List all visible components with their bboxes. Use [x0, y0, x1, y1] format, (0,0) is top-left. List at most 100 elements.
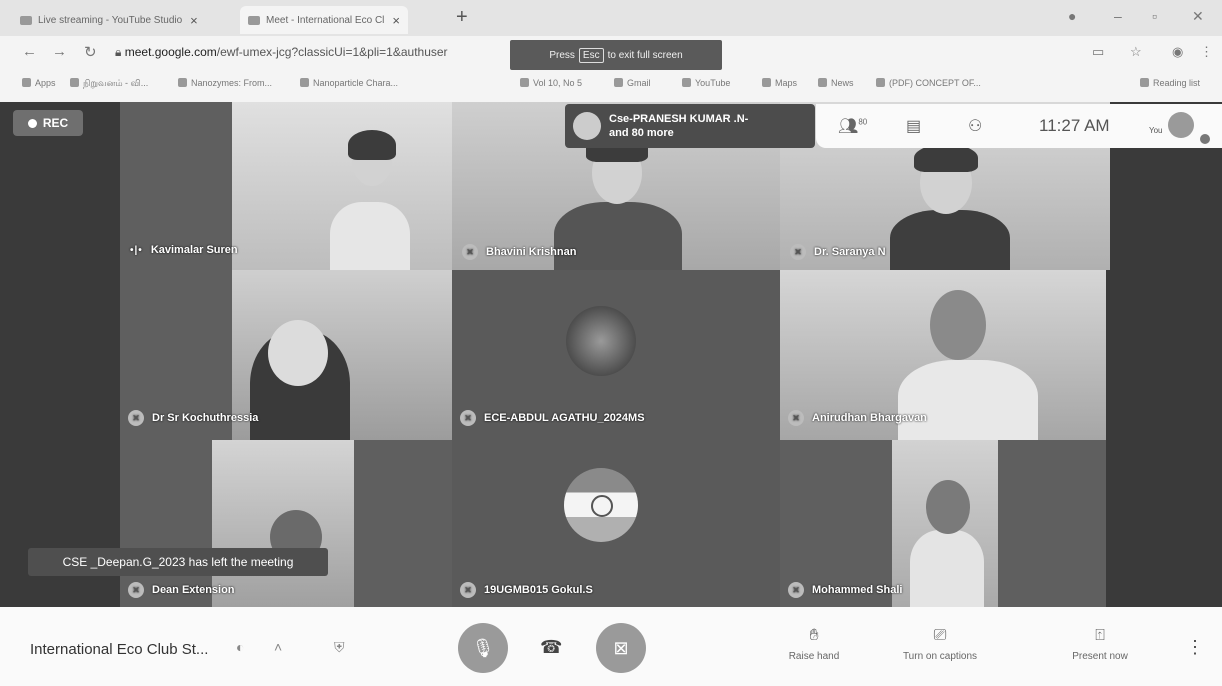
- participant-avatar: [566, 306, 636, 376]
- menu-icon[interactable]: ⋮: [1200, 44, 1213, 60]
- url-field[interactable]: 🔒︎ meet.google.com/ewf-umex-jcg?classicU…: [115, 45, 448, 60]
- lock-icon: 🔒︎: [115, 45, 125, 59]
- video-grid: •|• Kavimalar Suren ✕ Bhavini Krishnan ✕…: [0, 102, 1222, 607]
- meet-top-right-panel: 👥︎80 ▤ ⚇ 11:27 AM You: [816, 104, 1222, 148]
- new-tab-button[interactable]: +: [456, 6, 468, 29]
- reload-icon[interactable]: ↻: [84, 43, 97, 61]
- meeting-name[interactable]: International Eco Club St...: [30, 641, 208, 658]
- mic-off-icon: ✕: [788, 410, 804, 426]
- participant-count-badge: 80: [858, 117, 868, 127]
- star-icon[interactable]: ☆: [1130, 44, 1142, 60]
- tab-youtube-studio[interactable]: Live streaming - YouTube Studio ×: [20, 6, 198, 34]
- participant-name-label: ✕ Anirudhan Bhargavan: [788, 410, 927, 426]
- mic-off-icon: ✕: [460, 582, 476, 598]
- bookmarks-bar: Apps நிறுவனம் - வி... Nanozymes: From...…: [0, 66, 1222, 103]
- chat-icon[interactable]: ▤: [906, 116, 921, 136]
- captions-button[interactable]: ⎚ Turn on captions: [880, 627, 1000, 662]
- recording-indicator: REC: [13, 110, 83, 136]
- meet-control-bar: International Eco Club St... ◐ ˄ ⛨ 🎙︎ ☎︎…: [0, 607, 1222, 686]
- close-tab-icon[interactable]: ×: [392, 13, 400, 28]
- close-tab-icon[interactable]: ×: [190, 13, 198, 28]
- tab-title: Meet - International Eco Cl: [266, 14, 385, 26]
- mic-off-icon: ✕: [128, 582, 144, 598]
- participant-tile[interactable]: ✕ Dean Extension: [120, 440, 452, 607]
- bookmark-news[interactable]: News: [818, 78, 854, 88]
- participant-name-label: ✕ Dr Sr Kochuthressia: [128, 410, 258, 426]
- participant-name-label: •|• Kavimalar Suren: [130, 244, 238, 256]
- bookmark-item[interactable]: நிறுவனம் - வி...: [70, 78, 148, 90]
- raise-hand-button[interactable]: ✋︎ Raise hand: [754, 627, 874, 662]
- presenter-more: and 80 more: [609, 127, 674, 139]
- url-path: /ewf-umex-jcg?classicUi=1&pli=1&authuser: [216, 45, 448, 59]
- speaking-indicator-icon: •|•: [130, 244, 143, 256]
- fullscreen-notice: Press Esc to exit full screen: [510, 40, 722, 70]
- mic-off-icon: 🎙︎: [471, 637, 495, 658]
- browser-tab-bar: Live streaming - YouTube Studio × Meet -…: [0, 0, 1222, 36]
- back-icon[interactable]: ←: [22, 43, 37, 60]
- captions-icon: ⎚: [933, 627, 947, 644]
- participants-icon[interactable]: 👥︎80: [838, 116, 867, 136]
- participant-tile[interactable]: ✕ Dr Sr Kochuthressia: [120, 270, 452, 440]
- self-avatar[interactable]: [1168, 112, 1194, 138]
- tab-google-meet[interactable]: Meet - International Eco Cl ×: [240, 6, 408, 34]
- record-dot-icon: [27, 118, 37, 128]
- bookmark-gmail[interactable]: Gmail: [614, 78, 651, 88]
- extension-icon[interactable]: ◉: [1172, 44, 1183, 60]
- bookmark-youtube[interactable]: YouTube: [682, 78, 730, 88]
- bookmark-item[interactable]: Nanozymes: From...: [178, 78, 272, 88]
- mic-off-icon: ✕: [790, 244, 806, 260]
- meet-favicon-icon: [248, 15, 260, 25]
- mic-toggle-button[interactable]: 🎙︎: [458, 623, 508, 673]
- participant-tile[interactable]: ✕ Mohammed Shali: [780, 440, 1106, 607]
- mic-off-icon: ✕: [460, 410, 476, 426]
- participant-name-label: ✕ 19UGMB015 Gokul.S: [460, 582, 593, 598]
- cast-icon[interactable]: ▭: [1092, 44, 1104, 60]
- participant-tile[interactable]: •|• Kavimalar Suren: [120, 102, 452, 270]
- activities-icon[interactable]: ⚇: [968, 116, 982, 136]
- participant-avatar: [564, 468, 638, 542]
- participant-name-label: ✕ ECE-ABDUL AGATHU_2024MS: [460, 410, 645, 426]
- camera-off-icon: ⊠: [613, 637, 629, 658]
- present-icon: ⍐: [1095, 627, 1105, 644]
- presenter-avatar: [573, 112, 601, 140]
- shield-icon[interactable]: ⛨: [334, 639, 345, 656]
- participant-name-label: ✕ Mohammed Shali: [788, 582, 902, 598]
- mic-off-icon: ✕: [128, 410, 144, 426]
- bookmark-maps[interactable]: Maps: [762, 78, 797, 88]
- left-meeting-toast: CSE _Deepan.G_2023 has left the meeting: [28, 548, 328, 576]
- participant-name-label: ✕ Bhavini Krishnan: [462, 244, 576, 260]
- leave-call-button[interactable]: ☎︎: [540, 637, 562, 658]
- wheel-icon: [591, 495, 613, 517]
- meeting-details-icon[interactable]: ◐: [236, 639, 244, 655]
- camera-toggle-button[interactable]: ⊠: [596, 623, 646, 673]
- participant-tile[interactable]: ✕ Anirudhan Bhargavan: [780, 270, 1106, 440]
- bookmark-item[interactable]: Vol 10, No 5: [520, 78, 582, 88]
- mic-off-icon: ✕: [462, 244, 478, 260]
- url-host: meet.google.com: [124, 45, 217, 59]
- close-window-button[interactable]: ✕: [1192, 8, 1204, 25]
- presenter-name: Cse-PRANESH KUMAR .N-: [609, 113, 749, 125]
- you-label: You: [1149, 126, 1163, 135]
- presenter-chip[interactable]: Cse-PRANESH KUMAR .N- and 80 more: [565, 104, 815, 148]
- bookmark-item[interactable]: (PDF) CONCEPT OF...: [876, 78, 981, 88]
- reading-list[interactable]: Reading list: [1140, 78, 1200, 88]
- maximize-button[interactable]: ▫: [1152, 8, 1157, 24]
- present-now-button[interactable]: ⍐ Present now: [1040, 627, 1160, 662]
- participant-tile[interactable]: ✕ ECE-ABDUL AGATHU_2024MS: [452, 270, 780, 440]
- esc-key: Esc: [578, 47, 604, 63]
- tab-title: Live streaming - YouTube Studio: [38, 14, 183, 26]
- minimize-button[interactable]: –: [1114, 8, 1122, 24]
- chevron-up-icon[interactable]: ˄: [274, 639, 282, 655]
- profile-icon[interactable]: ●: [1068, 8, 1076, 24]
- participant-name-label: ✕ Dr. Saranya N: [790, 244, 886, 260]
- hangup-icon: ☎︎: [540, 637, 563, 657]
- bookmark-apps[interactable]: Apps: [22, 78, 56, 88]
- participant-name-label: ✕ Dean Extension: [128, 582, 235, 598]
- self-status-icon: [1200, 134, 1210, 144]
- more-options-icon[interactable]: ⋮: [1186, 637, 1204, 658]
- participant-tile[interactable]: ✕ 19UGMB015 Gokul.S: [452, 440, 780, 607]
- youtube-studio-favicon-icon: [20, 15, 32, 25]
- forward-icon[interactable]: →: [52, 43, 67, 60]
- bookmark-item[interactable]: Nanoparticle Chara...: [300, 78, 398, 88]
- mic-off-icon: ✕: [788, 582, 804, 598]
